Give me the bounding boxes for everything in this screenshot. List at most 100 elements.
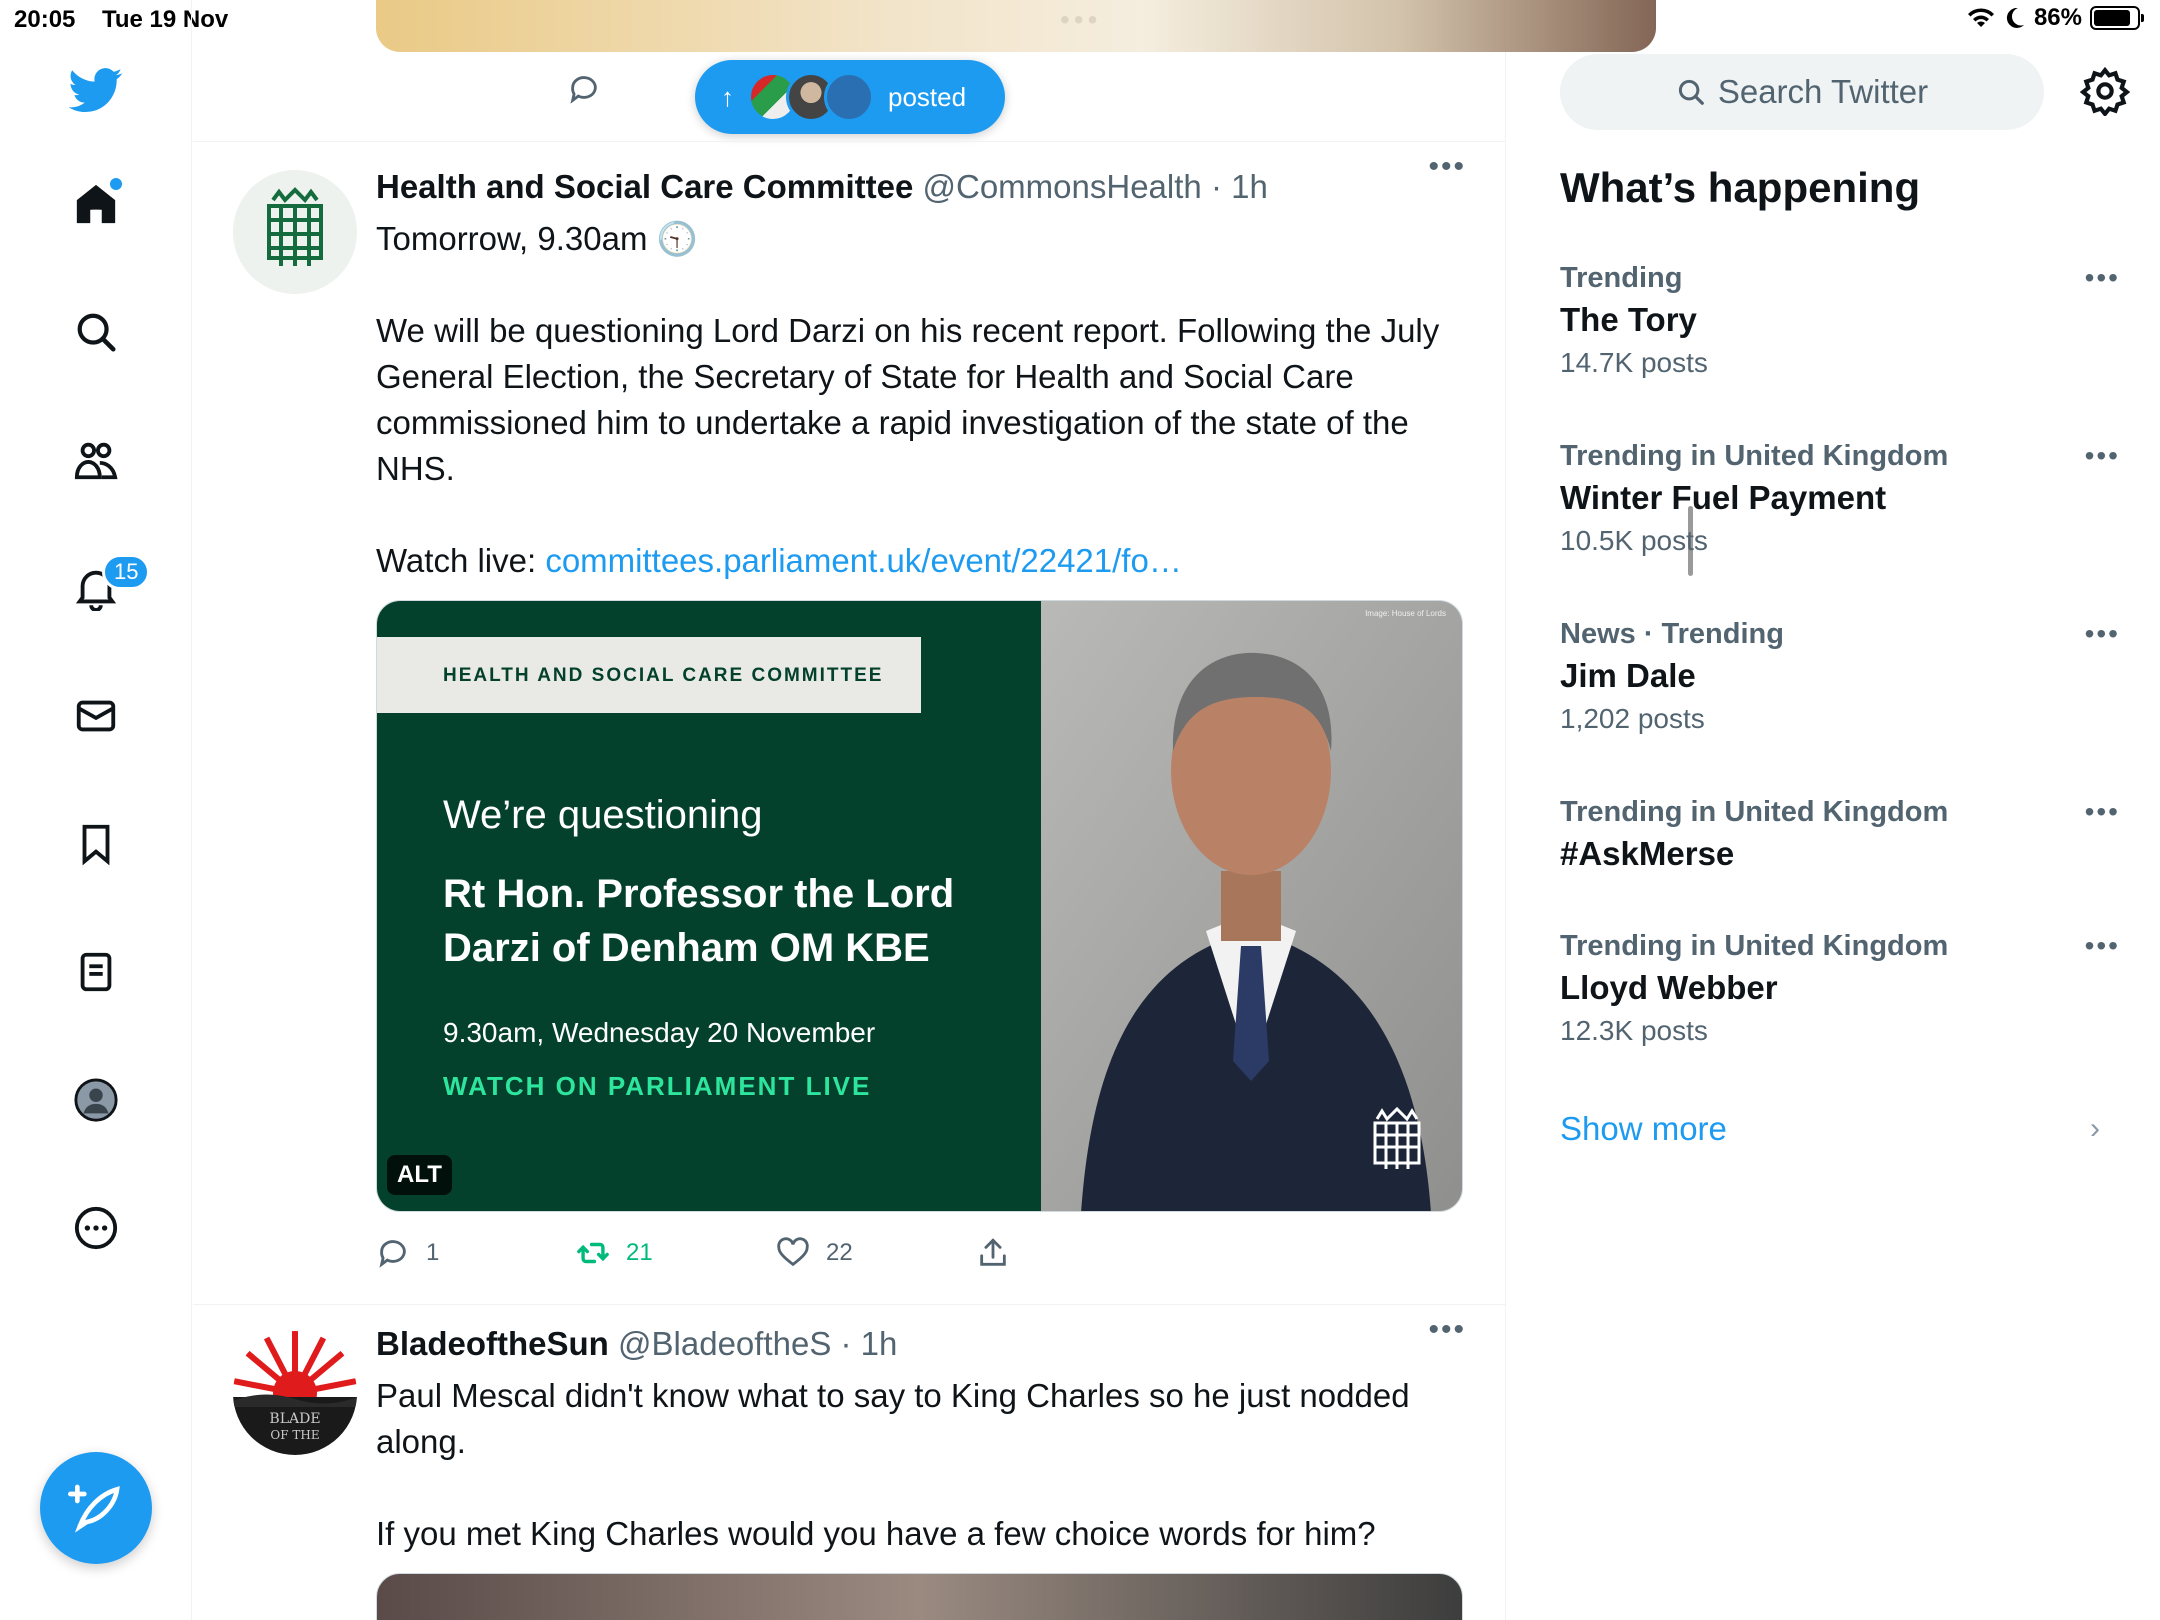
media-cta: WATCH ON PARLIAMENT LIVE [443,1071,872,1101]
avatar[interactable] [233,170,357,294]
reply-icon[interactable] [567,72,601,106]
clock-emoji: 🕤 [656,220,698,257]
trend-context: News · Trending [1560,618,1784,650]
like-button[interactable]: 22 [776,1236,976,1270]
parliament-logo [1373,1106,1421,1169]
trend-count: 12.3K posts [1560,1015,1708,1046]
chevron-right-icon[interactable]: › [2090,1112,2100,1146]
avatar[interactable]: BLADE OF THE [233,1331,357,1455]
arrow-up-icon: ↑ [721,81,734,112]
posted-avatars [748,72,874,122]
author-handle[interactable]: @BladeoftheS [618,1325,831,1362]
lists-icon [80,952,112,992]
trend-item[interactable]: News · Trending Jim Dale 1,202 posts ••• [1560,618,2120,735]
alt-badge[interactable]: ALT [387,1155,452,1195]
search-icon [77,313,116,352]
tweet-header: Health and Social Care Committee @Common… [376,166,1456,208]
tweet-body: BladeoftheSun @BladeoftheS · 1h Paul Mes… [376,1323,1463,1620]
nav-explore[interactable] [66,302,126,362]
whats-happening-title: What’s happening [1560,164,1921,211]
trend-topic: The Tory [1560,301,1697,338]
reply-icon [379,1240,406,1268]
trend-item[interactable]: Trending in United Kingdom Lloyd Webber … [1560,930,2120,1047]
trend-context: Trending in United Kingdom [1560,796,1949,828]
tweet-text: Tomorrow, 9.30am 🕤 We will be questionin… [376,216,1456,584]
trend-topic: #AskMerse [1560,835,1735,872]
new-posts-pill[interactable]: ↑ posted [695,60,1005,134]
trend-more-icon[interactable]: ••• [2085,440,2120,472]
avatar [824,72,874,122]
bookmark-icon [82,824,110,866]
trend-more-icon[interactable]: ••• [2085,796,2120,828]
twitter-logo-icon[interactable] [66,60,126,120]
tweet-media[interactable] [376,1573,1463,1620]
gear-icon[interactable] [2080,66,2130,116]
search-input[interactable]: Search Twitter [1560,54,2044,130]
tweet-link[interactable]: committees.parliament.uk/event/22421/fo… [545,542,1182,579]
retweet-button[interactable]: 21 [576,1236,776,1270]
retweet-icon [577,1242,609,1264]
tweet[interactable]: ••• Health and Social Care Committee @Co… [193,142,1506,1306]
nav-bookmarks[interactable] [66,814,126,874]
author-name[interactable]: Health and Social Care Committee [376,168,913,205]
trend-item[interactable]: Trending in United Kingdom Winter Fuel P… [1560,440,2120,557]
tweet-time[interactable]: · 1h [1211,168,1268,205]
trend-context: Trending in United Kingdom [1560,440,1949,472]
media-datetime: 9.30am, Wednesday 20 November [443,1017,876,1048]
trend-more-icon[interactable]: ••• [2085,618,2120,650]
tweet-media[interactable]: Image: House of Lords HEALTH AND SOCIAL … [376,600,1463,1212]
tweet-time[interactable]: · 1h [841,1325,898,1362]
tweet-paragraph: We will be questioning Lord Darzi on his… [376,312,1440,487]
portcullis-icon [233,170,357,294]
trend-more-icon[interactable]: ••• [2085,930,2120,962]
blade-of-the-sun-logo: BLADE OF THE [233,1331,357,1455]
reply-button[interactable]: 1 [376,1236,576,1270]
communities-icon [74,442,118,480]
watch-label: Watch live: [376,542,546,579]
tweet-paragraph: If you met King Charles would you have a… [376,1515,1376,1552]
search-placeholder: Search Twitter [1717,73,1929,110]
timeline[interactable]: ↑ posted ••• Health and Social Care Comm… [193,0,1693,1620]
trend-more-icon[interactable]: ••• [2085,262,2120,294]
tweet-paragraph: Paul Mescal didn't know what to say to K… [376,1377,1410,1460]
nav-home[interactable] [66,174,126,234]
nav-communities[interactable] [66,430,126,490]
reply-count: 1 [426,1239,440,1266]
nav-messages[interactable] [66,686,126,746]
tweet-actions: 1 21 22 [376,1228,1456,1278]
trend-item[interactable]: Trending The Tory 14.7K posts ••• [1560,262,2120,379]
tweet[interactable]: BLADE OF THE ••• BladeoftheSun @Bladeoft… [193,1305,1506,1620]
trend-context: Trending in United Kingdom [1560,930,1949,962]
image-credit: Image: House of Lords [1365,609,1446,618]
show-more-link[interactable]: Show more [1560,1110,1727,1148]
watch-line: Watch live: committees.parliament.uk/eve… [376,538,1456,584]
nav-profile[interactable] [66,1070,126,1130]
trend-count: 1,202 posts [1560,703,1705,734]
tweet-body: Health and Social Care Committee @Common… [376,166,1463,1278]
more-circle-icon [74,1206,118,1250]
trend-topic: Lloyd Webber [1560,969,1778,1006]
svg-text:OF THE: OF THE [270,1428,319,1442]
trend-topic: Winter Fuel Payment [1560,479,1887,516]
trend-count: 14.7K posts [1560,347,1708,378]
right-sidebar: Search Twitter What’s happening Trending… [1506,0,2160,1620]
nav-lists[interactable] [66,942,126,1002]
svg-text:BLADE: BLADE [269,1411,320,1427]
trend-item[interactable]: Trending in United Kingdom #AskMerse ••• [1560,796,2120,873]
tweet-header: BladeoftheSun @BladeoftheS · 1h [376,1323,1456,1365]
author-name[interactable]: BladeoftheSun [376,1325,609,1362]
media-banner: HEALTH AND SOCIAL CARE COMMITTEE [377,637,921,713]
nav-more[interactable] [66,1198,126,1258]
profile-icon [74,1078,118,1122]
previous-tweet-media[interactable] [376,0,1656,52]
share-icon [980,1238,1006,1266]
share-button[interactable] [976,1236,1176,1270]
media-photo [1041,601,1462,1211]
author-handle[interactable]: @CommonsHealth [923,168,1202,205]
tweet-text: Paul Mescal didn't know what to say to K… [376,1373,1456,1557]
nav-notifications[interactable]: 15 [66,554,151,618]
trend-count: 10.5K posts [1560,525,1708,556]
compose-button[interactable] [40,1452,152,1564]
search-icon [1678,79,1704,105]
left-nav: 15 [0,0,192,1620]
